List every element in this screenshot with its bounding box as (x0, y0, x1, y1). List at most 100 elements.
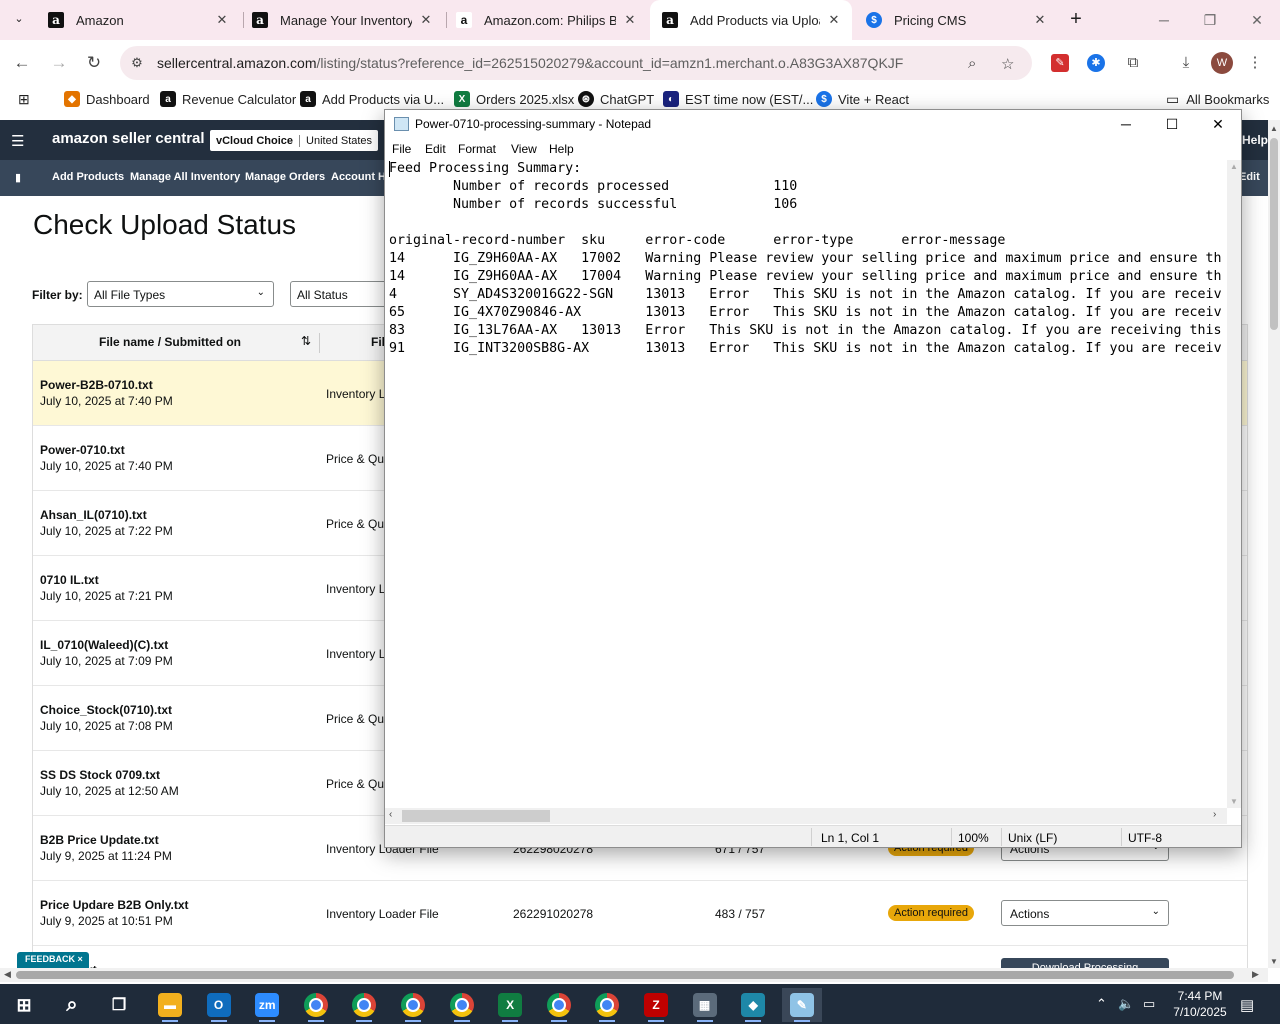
close-icon[interactable]: ✕ (1032, 12, 1048, 28)
new-tab-button[interactable]: + (1065, 8, 1087, 30)
taskbar-app[interactable]: X (490, 988, 530, 1022)
maximize-icon[interactable]: ☐ (1149, 110, 1195, 138)
taskbar-app[interactable]: ▬ (150, 988, 190, 1022)
notepad-titlebar[interactable]: Power-0710-processing-summary - Notepad … (385, 110, 1241, 138)
zoom-search-icon[interactable]: ⌕ (968, 55, 976, 72)
menu-edit[interactable]: Edit (425, 142, 446, 156)
bookmark-est-time[interactable]: ◐ EST time now (EST/... (663, 91, 813, 107)
page-horizontal-scrollbar[interactable]: ◀ ▶ (0, 968, 1268, 982)
tab-philips-product[interactable]: a Amazon.com: Philips Brill ✕ (444, 0, 648, 40)
notepad-horizontal-scrollbar[interactable]: ‹ › (385, 808, 1227, 824)
taskbar-app[interactable]: O (199, 988, 239, 1022)
volume-icon[interactable]: 🔈 (1118, 996, 1134, 1012)
scroll-up-icon[interactable]: ▲ (1270, 124, 1278, 133)
taskbar-app[interactable] (587, 988, 627, 1022)
taskbar-app[interactable]: ◆ (733, 988, 773, 1022)
url-text[interactable]: sellercentral.amazon.com/listing/status?… (157, 55, 903, 71)
scroll-down-icon[interactable]: ▼ (1230, 797, 1238, 806)
tab-manage-inventory[interactable]: a Manage Your Inventory ✕ (240, 0, 444, 40)
network-icon[interactable]: ▭ (1143, 996, 1155, 1012)
file-name[interactable]: Choice_Stock(0710).txt (40, 703, 172, 717)
taskbar-app[interactable]: zm (247, 988, 287, 1022)
file-name[interactable]: Power-0710.txt (40, 443, 125, 457)
nav-manage-inventory[interactable]: Manage All Inventory (130, 171, 240, 183)
col-file-type[interactable]: Fil (371, 335, 385, 349)
system-clock[interactable]: 7:44 PM 7/10/2025 (1164, 988, 1236, 1020)
scroll-left-icon[interactable]: ‹ (389, 809, 392, 820)
reload-icon[interactable]: ↻ (81, 50, 107, 76)
scroll-down-icon[interactable]: ▼ (1270, 957, 1278, 966)
store-switcher[interactable]: vCloud Choice United States (210, 130, 379, 151)
file-name[interactable]: SS DS Stock 0709.txt (40, 768, 160, 782)
nav-edit[interactable]: Edit (1239, 171, 1260, 183)
table-row[interactable]: Price Updare B2B Only.txt July 9, 2025 at… (33, 881, 1247, 946)
nav-manage-orders[interactable]: Manage Orders (245, 171, 325, 183)
notepad-text-area[interactable]: Feed Processing Summary: Number of recor… (389, 160, 1227, 808)
tab-add-products[interactable]: a Add Products via Upload ✕ (650, 0, 852, 40)
taskbar-app[interactable] (296, 988, 336, 1022)
site-info-icon[interactable]: ⚙ (128, 54, 146, 72)
help-link[interactable]: Help (1242, 133, 1268, 147)
bookmark-vite-react[interactable]: $ Vite + React (816, 91, 909, 107)
bookmark-dashboard[interactable]: ◆ Dashboard (64, 91, 150, 107)
pdf-extension-icon[interactable]: ✎ (1051, 54, 1069, 72)
back-icon[interactable]: ← (9, 50, 35, 76)
scroll-right-icon[interactable]: ▶ (1252, 969, 1259, 980)
bookmark-chatgpt[interactable]: ⊛ ChatGPT (578, 91, 654, 107)
status-filter[interactable]: All Status (290, 281, 390, 307)
menu-file[interactable]: File (392, 142, 411, 156)
notifications-icon[interactable]: ▤ (1240, 996, 1254, 1014)
minimize-icon[interactable]: ─ (1103, 110, 1149, 138)
feedback-tab[interactable]: FEEDBACK × (17, 952, 89, 969)
bookmark-add-products[interactable]: a Add Products via U... (300, 91, 444, 107)
more-menu-icon[interactable]: ⋮ (1246, 54, 1264, 72)
actions-dropdown[interactable]: Actions⌄ (1001, 900, 1169, 926)
nav-add-products[interactable]: Add Products (52, 171, 124, 183)
bookmark-star-icon[interactable]: ☆ (1001, 55, 1014, 73)
scroll-right-icon[interactable]: › (1213, 809, 1216, 820)
bookmark-orders-xlsx[interactable]: X Orders 2025.xlsx (454, 91, 574, 107)
taskbar-app[interactable]: ▦ (685, 988, 725, 1022)
tray-chevron-icon[interactable]: ⌃ (1096, 996, 1107, 1012)
file-name[interactable]: Ahsan_IL(0710).txt (40, 508, 147, 522)
menu-view[interactable]: View (511, 142, 537, 156)
file-name[interactable]: Power-B2B-0710.txt (40, 378, 153, 392)
taskbar-app[interactable] (393, 988, 433, 1022)
taskbar-app[interactable] (442, 988, 482, 1022)
notepad-vertical-scrollbar[interactable]: ▲ ▼ (1227, 160, 1241, 808)
download-icon[interactable]: ⤓ (1177, 54, 1195, 72)
file-name[interactable]: 0710 IL.txt (40, 573, 99, 587)
scrollbar-thumb[interactable] (402, 810, 550, 822)
taskbar-app[interactable]: Z (636, 988, 676, 1022)
bookmark-icon[interactable]: ▮ (15, 171, 21, 184)
file-type-filter[interactable]: All File Types ⌄ (87, 281, 274, 307)
file-name[interactable]: Price Updare B2B Only.txt (40, 898, 189, 912)
hamburger-menu-icon[interactable]: ☰ (11, 132, 24, 150)
extensions-puzzle-icon[interactable]: ⧉ (1124, 54, 1142, 72)
close-icon[interactable]: ✕ (214, 12, 230, 28)
menu-help[interactable]: Help (549, 142, 574, 156)
taskbar-app[interactable]: ✎ (781, 988, 822, 1022)
close-icon[interactable]: ✕ (418, 12, 434, 28)
menu-format[interactable]: Format (458, 142, 496, 156)
bookmark-revenue-calculator[interactable]: a Revenue Calculator (160, 91, 296, 107)
col-file-name[interactable]: File name / Submitted on (99, 335, 241, 349)
task-view-button[interactable]: ❐ (99, 988, 139, 1022)
tab-pricing-cms[interactable]: $ Pricing CMS ✕ (854, 0, 1058, 40)
close-window-icon[interactable]: ✕ (1234, 0, 1280, 40)
page-vertical-scrollbar[interactable]: ▲ ▼ (1268, 120, 1280, 968)
seller-central-logo[interactable]: amazon seller central (52, 130, 205, 147)
search-button[interactable]: ⌕ (52, 988, 92, 1022)
minimize-icon[interactable]: ─ (1141, 0, 1187, 40)
apps-grid-icon[interactable]: ⊞ (18, 91, 30, 108)
file-name[interactable]: B2B Price Update.txt (40, 833, 159, 847)
close-icon[interactable]: ✕ (622, 12, 638, 28)
taskbar-app[interactable] (344, 988, 384, 1022)
close-icon[interactable]: ✕ (826, 12, 842, 28)
scroll-left-icon[interactable]: ◀ (4, 969, 11, 980)
scroll-up-icon[interactable]: ▲ (1230, 162, 1238, 171)
profile-avatar[interactable]: W (1211, 52, 1233, 74)
tab-search-icon[interactable]: ⌄ (8, 8, 30, 30)
close-icon[interactable]: ✕ (1195, 110, 1241, 138)
restore-icon[interactable]: ❐ (1187, 0, 1233, 40)
